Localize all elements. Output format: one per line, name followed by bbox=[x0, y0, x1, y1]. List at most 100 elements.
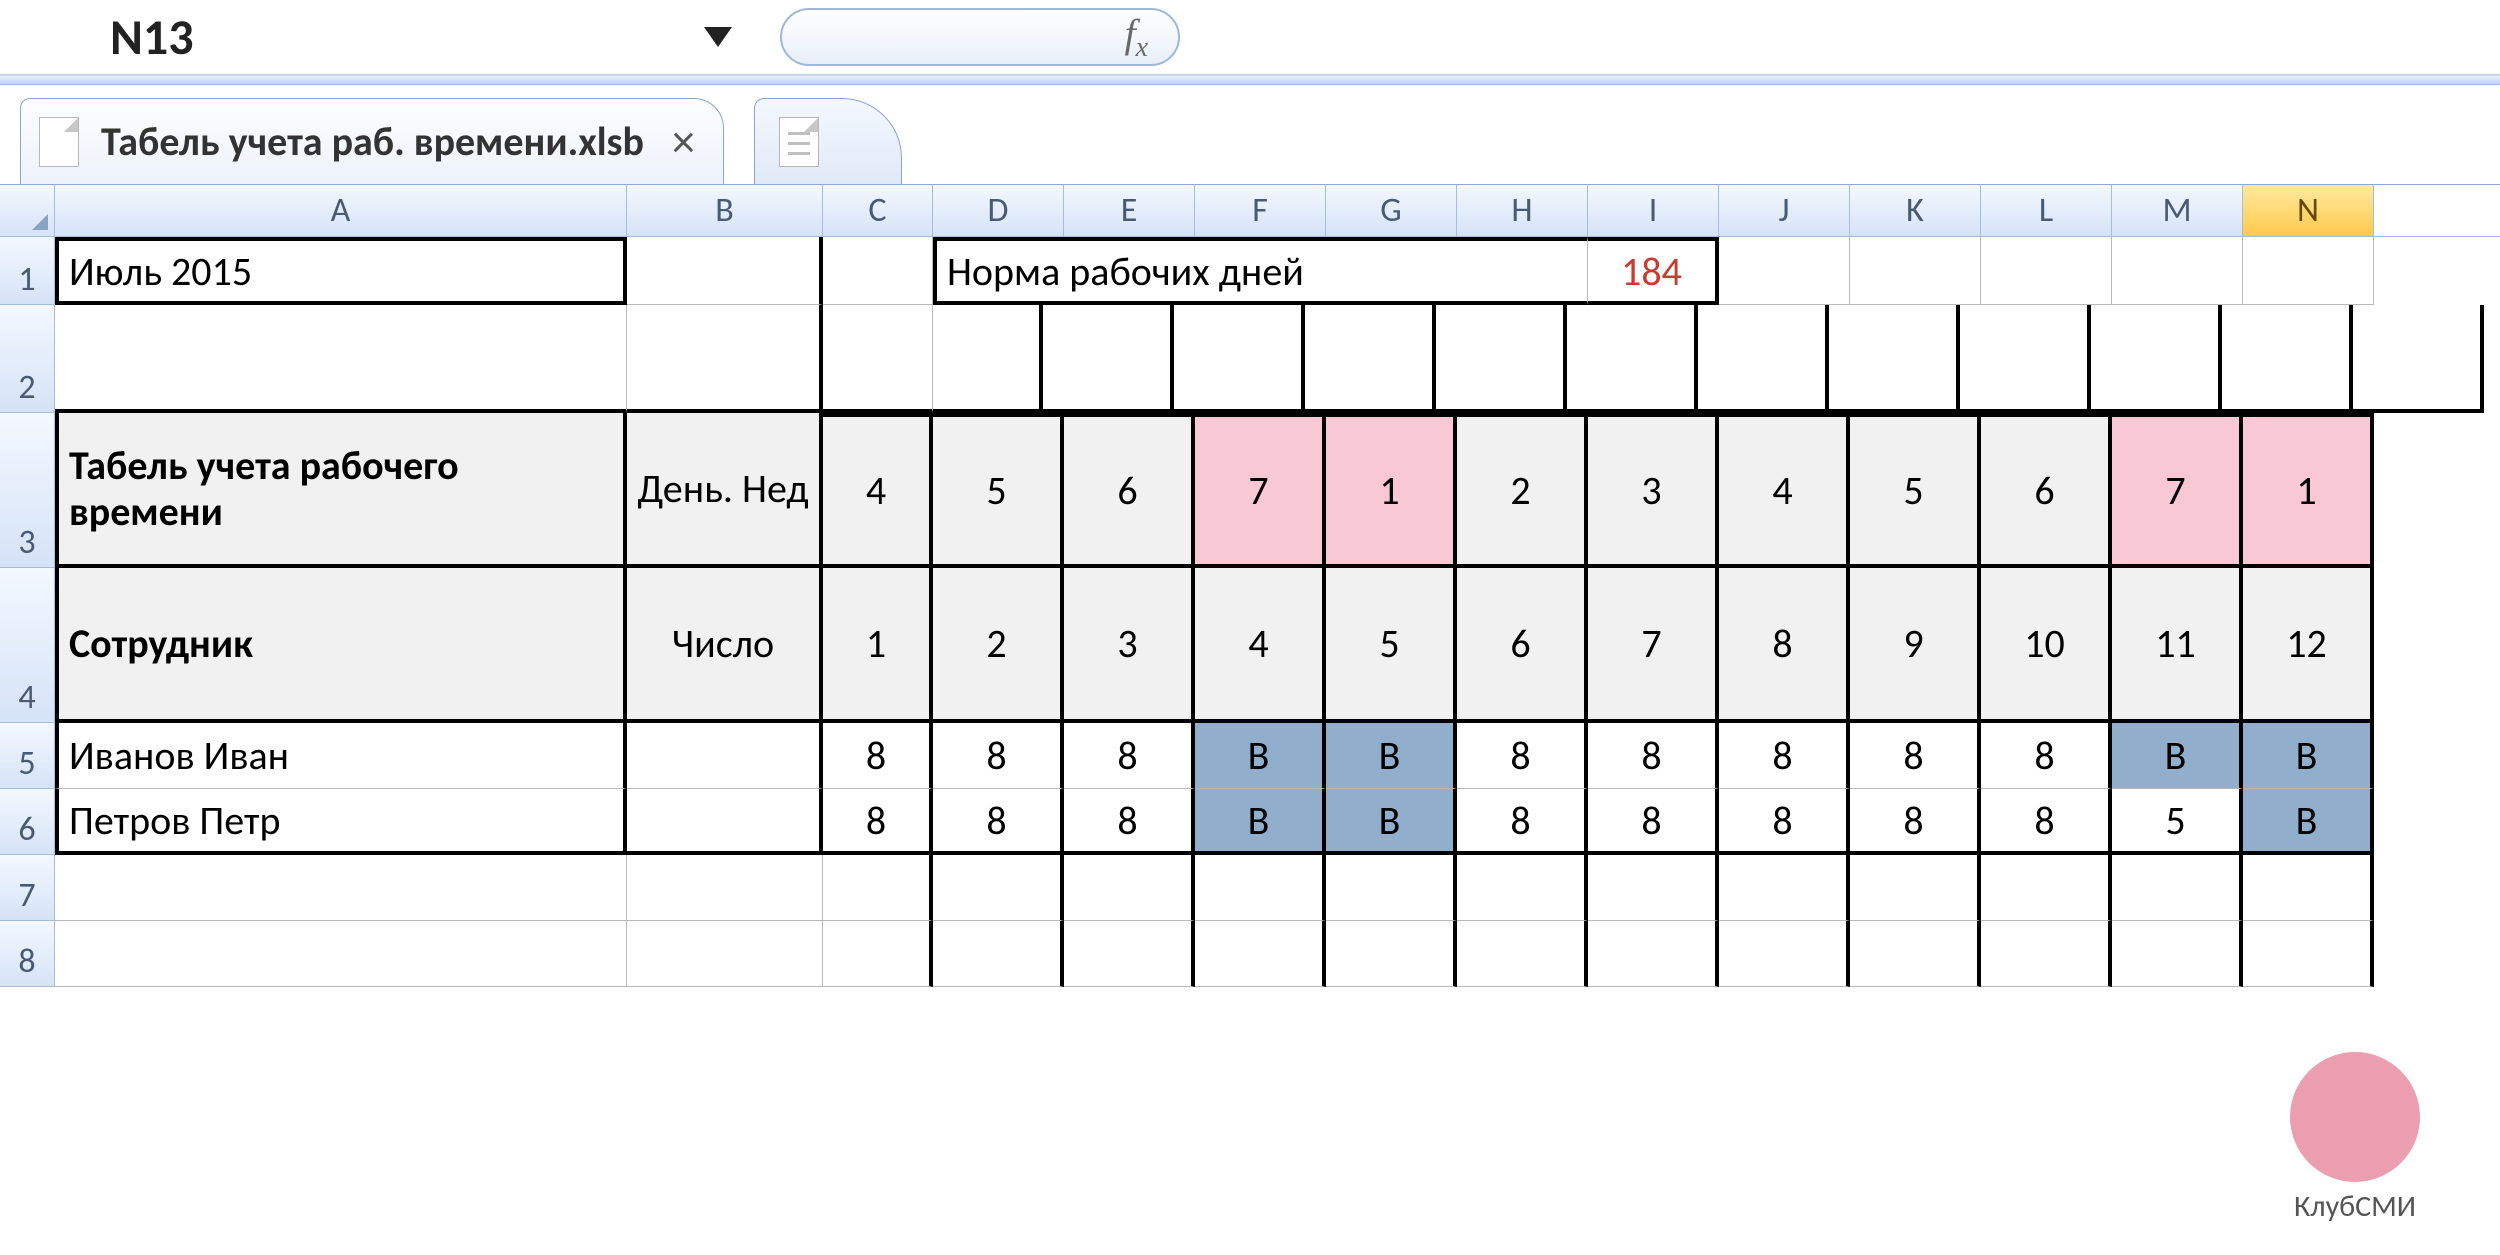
dayofweek-cell[interactable]: 4 bbox=[823, 413, 933, 568]
cell[interactable] bbox=[1457, 921, 1588, 987]
employee-name-cell[interactable]: Иванов Иван bbox=[55, 723, 627, 789]
date-cell[interactable]: 12 bbox=[2243, 568, 2374, 723]
cell[interactable] bbox=[933, 921, 1064, 987]
norm-label-cell[interactable]: Норма рабочих дней bbox=[933, 237, 1588, 305]
workbook-tab-new[interactable] bbox=[754, 98, 902, 184]
column-header[interactable]: B bbox=[627, 185, 823, 236]
cell[interactable] bbox=[627, 921, 823, 987]
column-header[interactable]: F bbox=[1195, 185, 1326, 236]
date-cell[interactable]: 1 bbox=[823, 568, 933, 723]
employee-name-cell[interactable]: Петров Петр bbox=[55, 789, 627, 855]
hours-cell[interactable]: 8 bbox=[933, 789, 1064, 855]
dayofweek-cell[interactable]: 6 bbox=[1981, 413, 2112, 568]
cell[interactable] bbox=[1064, 921, 1195, 987]
dayofweek-cell[interactable]: 6 bbox=[1064, 413, 1195, 568]
name-box-dropdown-icon[interactable] bbox=[704, 27, 732, 47]
date-label-cell[interactable]: Число bbox=[627, 568, 823, 723]
dayofweek-cell[interactable]: 2 bbox=[1457, 413, 1588, 568]
cell[interactable] bbox=[2091, 305, 2222, 413]
dayofweek-cell[interactable]: 5 bbox=[1850, 413, 1981, 568]
name-box[interactable]: N13 bbox=[100, 7, 750, 68]
cell[interactable] bbox=[1850, 855, 1981, 921]
dayofweek-cell[interactable]: 1 bbox=[2243, 413, 2374, 568]
cell[interactable] bbox=[1719, 855, 1850, 921]
column-header[interactable]: K bbox=[1850, 185, 1981, 236]
cell[interactable] bbox=[55, 921, 627, 987]
column-header[interactable]: H bbox=[1457, 185, 1588, 236]
date-cell[interactable]: 4 bbox=[1195, 568, 1326, 723]
spreadsheet-grid[interactable]: 1 Июль 2015 Норма рабочих дней 184 2 3 Т… bbox=[0, 237, 2500, 987]
select-all-corner[interactable] bbox=[0, 185, 55, 236]
cell[interactable] bbox=[1043, 305, 1174, 413]
hours-cell[interactable]: 5 bbox=[2112, 789, 2243, 855]
cell[interactable] bbox=[1850, 921, 1981, 987]
hours-cell[interactable]: 8 bbox=[1719, 789, 1850, 855]
name-box-value[interactable]: N13 bbox=[100, 7, 704, 68]
cell[interactable] bbox=[1326, 921, 1457, 987]
cell[interactable] bbox=[1174, 305, 1305, 413]
cell[interactable] bbox=[1588, 855, 1719, 921]
cell[interactable] bbox=[55, 305, 627, 413]
hours-cell[interactable]: В bbox=[2243, 723, 2374, 789]
formula-bar[interactable]: fx bbox=[780, 8, 1180, 66]
hours-cell[interactable]: 8 bbox=[1981, 723, 2112, 789]
hours-cell[interactable]: 8 bbox=[1457, 789, 1588, 855]
cell[interactable] bbox=[627, 723, 823, 789]
column-header[interactable]: E bbox=[1064, 185, 1195, 236]
cell[interactable] bbox=[55, 855, 627, 921]
column-header[interactable]: I bbox=[1588, 185, 1719, 236]
row-number[interactable]: 8 bbox=[0, 921, 55, 987]
row-number[interactable]: 4 bbox=[0, 568, 55, 723]
column-header[interactable]: A bbox=[55, 185, 627, 236]
cell[interactable] bbox=[627, 237, 823, 305]
hours-cell[interactable]: В bbox=[1195, 789, 1326, 855]
cell[interactable] bbox=[1588, 921, 1719, 987]
row-number[interactable]: 7 bbox=[0, 855, 55, 921]
cell[interactable] bbox=[1981, 855, 2112, 921]
date-cell[interactable]: 7 bbox=[1588, 568, 1719, 723]
cell[interactable] bbox=[823, 237, 933, 305]
cell[interactable] bbox=[1195, 921, 1326, 987]
date-cell[interactable]: 2 bbox=[933, 568, 1064, 723]
cell[interactable] bbox=[1981, 921, 2112, 987]
cell[interactable] bbox=[1326, 855, 1457, 921]
hours-cell[interactable]: 8 bbox=[823, 723, 933, 789]
date-cell[interactable]: 11 bbox=[2112, 568, 2243, 723]
date-cell[interactable]: 8 bbox=[1719, 568, 1850, 723]
cell[interactable] bbox=[2112, 237, 2243, 305]
date-cell[interactable]: 10 bbox=[1981, 568, 2112, 723]
cell[interactable] bbox=[1305, 305, 1436, 413]
cell[interactable] bbox=[1960, 305, 2091, 413]
column-header[interactable]: G bbox=[1326, 185, 1457, 236]
column-header[interactable]: C bbox=[823, 185, 933, 236]
hours-cell[interactable]: 8 bbox=[1064, 789, 1195, 855]
cell[interactable] bbox=[627, 305, 823, 413]
cell[interactable] bbox=[2243, 855, 2374, 921]
cell[interactable] bbox=[1850, 237, 1981, 305]
row-number[interactable]: 2 bbox=[0, 305, 55, 413]
row-number[interactable]: 3 bbox=[0, 413, 55, 568]
hours-cell[interactable]: В bbox=[1195, 723, 1326, 789]
cell[interactable] bbox=[1719, 921, 1850, 987]
column-header[interactable]: M bbox=[2112, 185, 2243, 236]
column-header[interactable]: J bbox=[1719, 185, 1850, 236]
cell[interactable] bbox=[2222, 305, 2353, 413]
column-header[interactable]: L bbox=[1981, 185, 2112, 236]
cell[interactable] bbox=[1064, 855, 1195, 921]
hours-cell[interactable]: 8 bbox=[1588, 723, 1719, 789]
cell[interactable] bbox=[1195, 855, 1326, 921]
row-number[interactable]: 5 bbox=[0, 723, 55, 789]
cell[interactable] bbox=[627, 855, 823, 921]
cell[interactable] bbox=[823, 921, 933, 987]
cell[interactable] bbox=[823, 855, 933, 921]
cell[interactable] bbox=[1981, 237, 2112, 305]
hours-cell[interactable]: 8 bbox=[1850, 789, 1981, 855]
period-cell[interactable]: Июль 2015 bbox=[55, 237, 627, 305]
cell[interactable] bbox=[2353, 305, 2484, 413]
hours-cell[interactable]: 8 bbox=[1719, 723, 1850, 789]
cell[interactable] bbox=[1698, 305, 1829, 413]
column-header[interactable]: N bbox=[2243, 185, 2374, 236]
hours-cell[interactable]: В bbox=[1326, 789, 1457, 855]
dayofweek-cell[interactable]: 3 bbox=[1588, 413, 1719, 568]
timesheet-title-cell[interactable]: Табель учета рабочего времени bbox=[55, 413, 627, 568]
